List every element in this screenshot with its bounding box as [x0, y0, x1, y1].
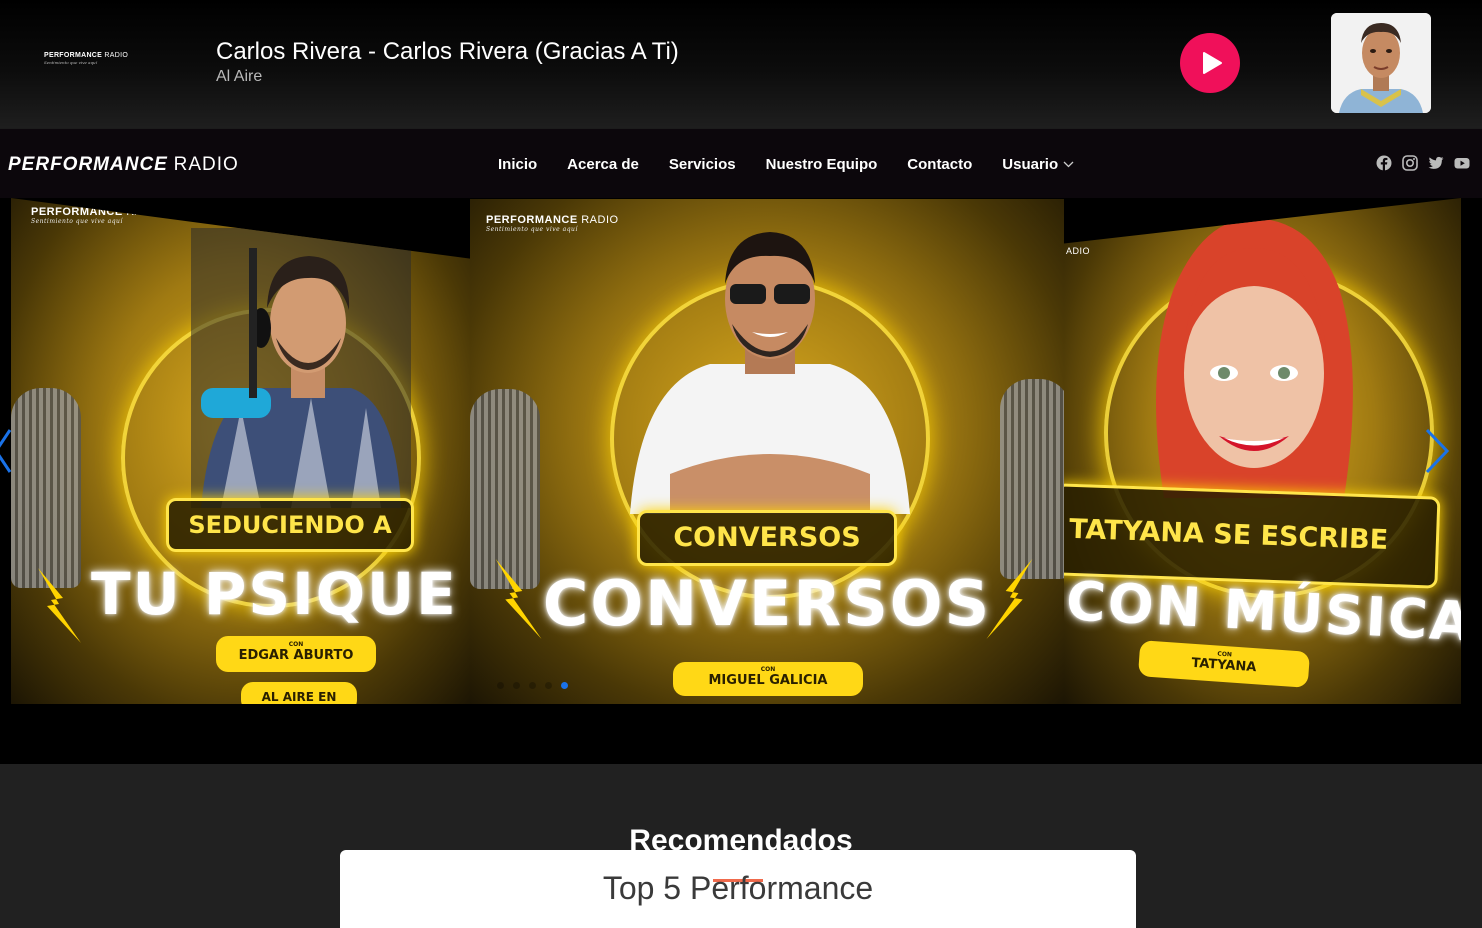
air-time-pill: AL AIRE EN: [241, 682, 357, 704]
nav-item-inicio[interactable]: Inicio: [498, 156, 537, 173]
nav-item-acerca-de[interactable]: Acerca de: [567, 156, 639, 173]
show-title: CONVERSOS: [542, 567, 992, 640]
lightning-icon: [38, 568, 81, 643]
now-playing-status: Al Aire: [216, 68, 263, 85]
site-logo[interactable]: PERFORMANCE RADIO: [8, 154, 239, 176]
show-pill-label: CONVERSOS: [637, 510, 897, 566]
play-button[interactable]: [1180, 33, 1240, 93]
show-title: TU PSIQUE: [91, 560, 458, 628]
chevron-left-icon: [0, 429, 12, 473]
twitter-icon[interactable]: [1428, 155, 1444, 171]
carousel-slide-con-musica[interactable]: ADIO TATYANA SE ESCRIBE CON MÚSICA CON TA…: [1064, 198, 1461, 704]
show-pill-label: SEDUCIENDO A: [166, 498, 414, 552]
nav-menu: Inicio Acerca de Servicios Nuestro Equip…: [498, 129, 1074, 199]
album-cover: [1331, 13, 1431, 113]
host-pill: CON MIGUEL GALICIA: [673, 662, 863, 696]
chevron-right-icon: [1425, 428, 1450, 474]
artist-photo: [1331, 13, 1431, 113]
carousel-slide-tu-psique[interactable]: PERFORMANCE RADIO Sentimiento que vive a…: [11, 198, 471, 704]
show-carousel: PERFORMANCE RADIO Sentimiento que vive a…: [0, 198, 1482, 764]
recommended-section: Recomendados Top 5 Performance: [0, 764, 1482, 928]
slide-brand: PERFORMANCE RADIO Sentimiento que vive a…: [486, 214, 619, 233]
carousel-dot[interactable]: [497, 682, 504, 689]
top5-card: Top 5 Performance: [340, 850, 1136, 928]
carousel-dot[interactable]: [561, 682, 568, 689]
player-logo[interactable]: PERFORMANCE RADIO Sentimiento que vive a…: [44, 52, 154, 65]
nav-item-servicios[interactable]: Servicios: [669, 156, 736, 173]
top5-title: Top 5 Performance: [602, 870, 874, 906]
chevron-down-icon: [1063, 161, 1074, 167]
carousel-pagination: [497, 682, 568, 689]
host-photo-miguel: [630, 232, 910, 514]
player-logo-tagline: Sentimiento que vive aquí: [44, 60, 97, 65]
carousel-dot[interactable]: [545, 682, 552, 689]
host-photo-edgar: [191, 228, 411, 508]
slide-brand: ADIO: [1066, 246, 1091, 256]
carousel-slide-conversos[interactable]: PERFORMANCE RADIO Sentimiento que vive a…: [470, 199, 1064, 704]
carousel-prev-button[interactable]: [0, 428, 12, 479]
slide-brand: PERFORMANCE RADIO Sentimiento que vive a…: [31, 206, 164, 225]
carousel-next-button[interactable]: [1425, 428, 1450, 479]
nav-item-nuestro-equipo[interactable]: Nuestro Equipo: [766, 156, 878, 173]
host-photo-tatyana: [1156, 218, 1353, 498]
youtube-icon[interactable]: [1454, 155, 1470, 171]
now-playing-title: Carlos Rivera - Carlos Rivera (Gracias A…: [216, 38, 679, 65]
nav-item-contacto[interactable]: Contacto: [907, 156, 972, 173]
nav-item-usuario[interactable]: Usuario: [1002, 156, 1074, 173]
social-links: [1376, 155, 1470, 171]
instagram-icon[interactable]: [1402, 155, 1418, 171]
host-pill: CON EDGAR ABURTO: [216, 636, 376, 672]
nav-item-usuario-label: Usuario: [1002, 155, 1059, 173]
carousel-dot[interactable]: [513, 682, 520, 689]
main-navbar: PERFORMANCE RADIO Inicio Acerca de Servi…: [0, 128, 1482, 198]
facebook-icon[interactable]: [1376, 155, 1392, 171]
play-icon: [1203, 52, 1222, 74]
player-logo-text: PERFORMANCE RADIO: [44, 52, 129, 59]
radio-player-bar: PERFORMANCE RADIO Sentimiento que vive a…: [0, 0, 1482, 128]
carousel-dot[interactable]: [529, 682, 536, 689]
